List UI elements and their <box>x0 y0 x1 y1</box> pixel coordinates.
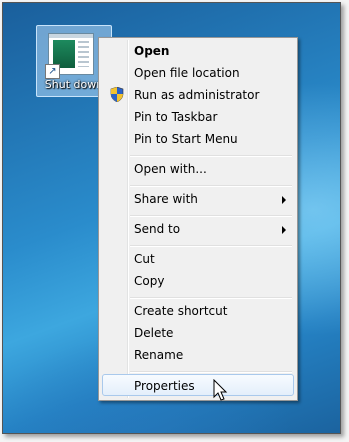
menu-item-label: Run as administrator <box>134 88 260 102</box>
menu-item-properties[interactable]: Properties <box>102 374 294 396</box>
menu-separator <box>130 155 292 157</box>
menu-item-cut[interactable]: Cut <box>102 248 294 270</box>
menu-item-label: Pin to Taskbar <box>134 110 218 124</box>
menu-separator <box>130 297 292 299</box>
menu-item-delete[interactable]: Delete <box>102 322 294 344</box>
menu-item-label: Create shortcut <box>134 304 228 318</box>
menu-item-label: Rename <box>134 348 184 362</box>
menu-separator <box>130 371 292 373</box>
menu-item-open-file-location[interactable]: Open file location <box>102 62 294 84</box>
uac-shield-icon <box>110 87 124 102</box>
menu-item-run-as-administrator[interactable]: Run as administrator <box>102 84 294 106</box>
menu-item-label: Delete <box>134 326 174 340</box>
menu-item-open[interactable]: Open <box>102 40 294 62</box>
context-menu: Open Open file location Run as administr… <box>98 37 298 401</box>
menu-item-create-shortcut[interactable]: Create shortcut <box>102 300 294 322</box>
menu-item-label: Open with... <box>134 162 207 176</box>
menu-item-label: Open <box>134 44 170 58</box>
menu-item-rename[interactable]: Rename <box>102 344 294 366</box>
menu-item-copy[interactable]: Copy <box>102 270 294 292</box>
shortcut-arrow-icon: ↗ <box>45 64 60 79</box>
icon-lines <box>78 41 89 67</box>
menu-item-label: Pin to Start Menu <box>134 132 238 146</box>
menu-separator <box>130 215 292 217</box>
menu-item-label: Open file location <box>134 66 240 80</box>
menu-separator <box>130 245 292 247</box>
menu-item-label: Copy <box>134 274 165 288</box>
menu-item-open-with[interactable]: Open with... <box>102 158 294 180</box>
menu-item-share-with[interactable]: Share with <box>102 188 294 210</box>
menu-item-label: Cut <box>134 252 155 266</box>
menu-item-label: Properties <box>134 379 195 393</box>
menu-item-pin-to-taskbar[interactable]: Pin to Taskbar <box>102 106 294 128</box>
mouse-pointer-icon <box>213 379 228 401</box>
menu-item-send-to[interactable]: Send to <box>102 218 294 240</box>
submenu-arrow-icon <box>282 196 286 204</box>
menu-item-label: Share with <box>134 192 198 206</box>
menu-item-pin-to-start-menu[interactable]: Pin to Start Menu <box>102 128 294 150</box>
screenshot-frame: ↗ Shut down Open Open file location Run … <box>2 2 341 434</box>
menu-separator <box>130 185 292 187</box>
submenu-arrow-icon <box>282 226 286 234</box>
desktop[interactable]: ↗ Shut down Open Open file location Run … <box>3 3 340 433</box>
menu-item-label: Send to <box>134 222 181 236</box>
icon-titlebar <box>49 34 93 38</box>
